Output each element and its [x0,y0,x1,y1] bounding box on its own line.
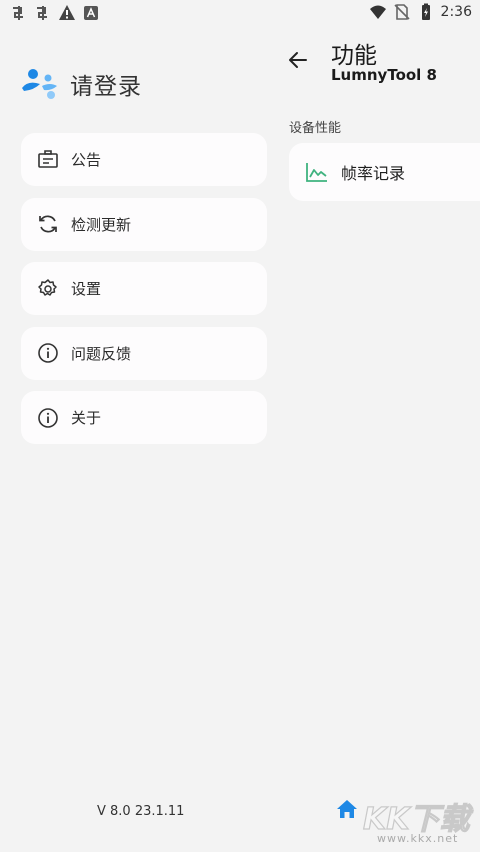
menu-item-label: 公告 [71,151,102,169]
refresh-icon [39,215,57,233]
feature-label: 帧率记录 [341,164,406,183]
back-arrow-icon[interactable] [286,48,310,72]
menu-item-label: 关于 [71,409,102,427]
navigation-drawer: 请登录 公告 检测更新 设置 问题反馈 关于 V 8.0 23.1.11 [0,28,280,852]
info-icon [38,407,58,428]
clock-time: 2:36 [440,4,472,20]
menu-item-label: 检测更新 [71,215,132,234]
menu-item-settings[interactable]: 设置 [21,262,267,315]
bug-icon [37,6,47,20]
menu-item-about[interactable]: 关于 [21,391,267,444]
info-icon [38,343,58,363]
drawer-menu: 公告 检测更新 设置 问题反馈 关于 [21,133,267,456]
menu-item-check-update[interactable]: 检测更新 [21,197,267,251]
status-bar: 2:36 [0,0,480,28]
menu-item-announcement[interactable]: 公告 [21,133,267,186]
people-icon [22,69,57,99]
menu-item-feedback[interactable]: 问题反馈 [21,326,267,380]
no-sim-icon [393,4,410,20]
notification-a-icon [84,6,98,20]
version-text: V 8.0 23.1.11 [97,804,185,819]
section-label: 设备性能 [289,121,342,136]
status-bar-left [10,4,100,22]
functions-panel: 功能 LumnyTool 8 设备性能 帧率记录 [280,28,480,852]
warning-icon [59,5,75,20]
chart-line-icon [306,163,327,182]
login-header[interactable]: 请登录 [20,64,142,104]
bug-icon [13,6,23,20]
login-title: 请登录 [70,74,142,100]
menu-item-label: 设置 [71,280,102,298]
gear-icon [38,278,57,296]
battery-charging-icon [421,3,430,20]
watermark: KK下载 www.kkx.net [355,794,480,852]
feature-frame-rate-record[interactable]: 帧率记录 [289,143,480,201]
page-title: 功能 [331,43,377,69]
app-name: LumnyTool 8 [331,66,437,84]
menu-item-label: 问题反馈 [71,344,132,363]
announcement-icon [38,149,58,168]
wifi-icon [369,5,386,19]
watermark-url: www.kkx.net [377,832,459,845]
status-bar-right: 2:36 [369,3,472,21]
